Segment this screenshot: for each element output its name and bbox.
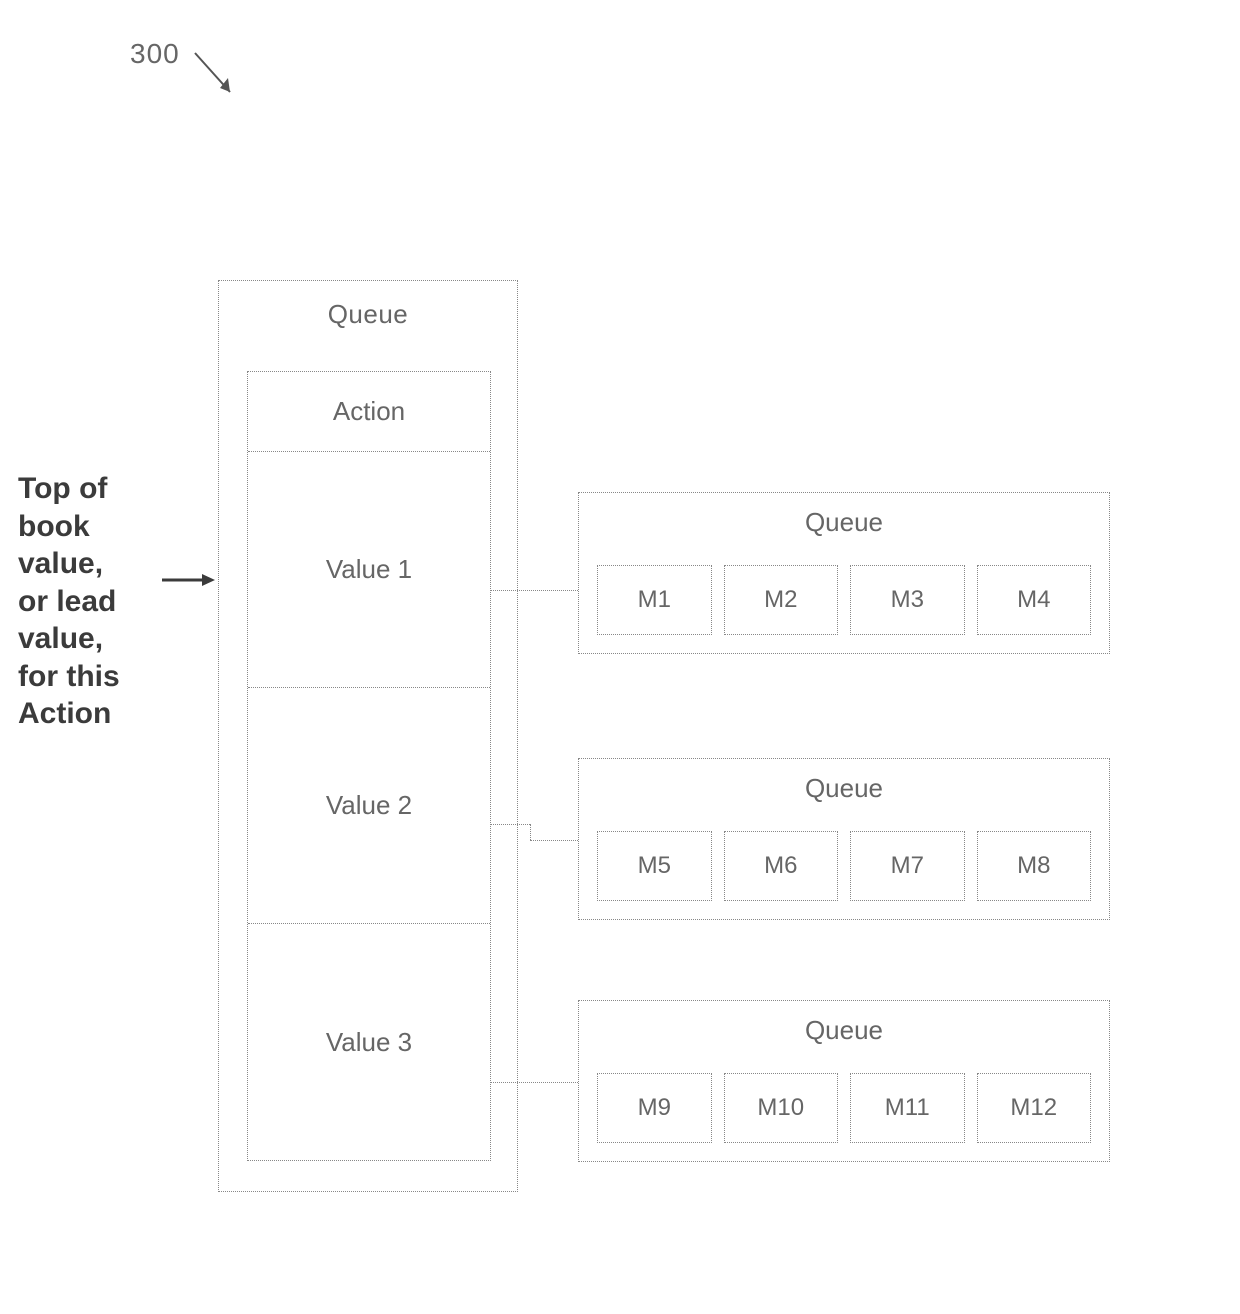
queue-item: M9: [597, 1073, 712, 1143]
main-queue-box: Queue Action Value 1 Value 2 Value 3: [218, 280, 518, 1192]
action-header-cell: Action: [248, 372, 490, 452]
sub-queue-3: Queue M9 M10 M11 M12: [578, 1000, 1110, 1162]
side-arrow-icon: [160, 570, 215, 590]
connector-line: [530, 824, 531, 840]
queue-item: M1: [597, 565, 712, 635]
queue-item: M3: [850, 565, 965, 635]
top-of-book-label: Top of book value, or lead value, for th…: [18, 470, 168, 733]
side-label-line: Action: [18, 697, 111, 730]
side-label-line: Top of: [18, 472, 107, 505]
value-cell-2: Value 2: [248, 688, 490, 924]
connector-line: [490, 824, 530, 825]
side-label-line: value,: [18, 547, 103, 580]
side-label-line: value,: [18, 622, 103, 655]
sub-queue-items: M5 M6 M7 M8: [597, 831, 1091, 901]
side-label-line: or lead: [18, 585, 116, 618]
action-value-stack: Action Value 1 Value 2 Value 3: [247, 371, 491, 1161]
connector-line: [490, 590, 578, 591]
connector-line: [530, 840, 578, 841]
side-label-line: book: [18, 510, 90, 543]
sub-queue-items: M9 M10 M11 M12: [597, 1073, 1091, 1143]
queue-item: M4: [977, 565, 1092, 635]
sub-queue-title: Queue: [579, 773, 1109, 804]
queue-item: M12: [977, 1073, 1092, 1143]
sub-queue-2: Queue M5 M6 M7 M8: [578, 758, 1110, 920]
queue-item: M5: [597, 831, 712, 901]
value-cell-3: Value 3: [248, 924, 490, 1160]
queue-item: M7: [850, 831, 965, 901]
queue-item: M10: [724, 1073, 839, 1143]
side-label-line: for this: [18, 660, 120, 693]
connector-line: [490, 1082, 578, 1083]
queue-item: M6: [724, 831, 839, 901]
sub-queue-title: Queue: [579, 1015, 1109, 1046]
queue-item: M2: [724, 565, 839, 635]
reference-number: 300: [130, 38, 180, 70]
queue-item: M8: [977, 831, 1092, 901]
diagram-canvas: 300 Top of book value, or lead value, fo…: [0, 0, 1240, 1314]
sub-queue-title: Queue: [579, 507, 1109, 538]
queue-item: M11: [850, 1073, 965, 1143]
sub-queue-items: M1 M2 M3 M4: [597, 565, 1091, 635]
value-cell-1: Value 1: [248, 452, 490, 688]
reference-arrow-icon: [190, 48, 250, 108]
sub-queue-1: Queue M1 M2 M3 M4: [578, 492, 1110, 654]
main-queue-title: Queue: [219, 299, 517, 330]
